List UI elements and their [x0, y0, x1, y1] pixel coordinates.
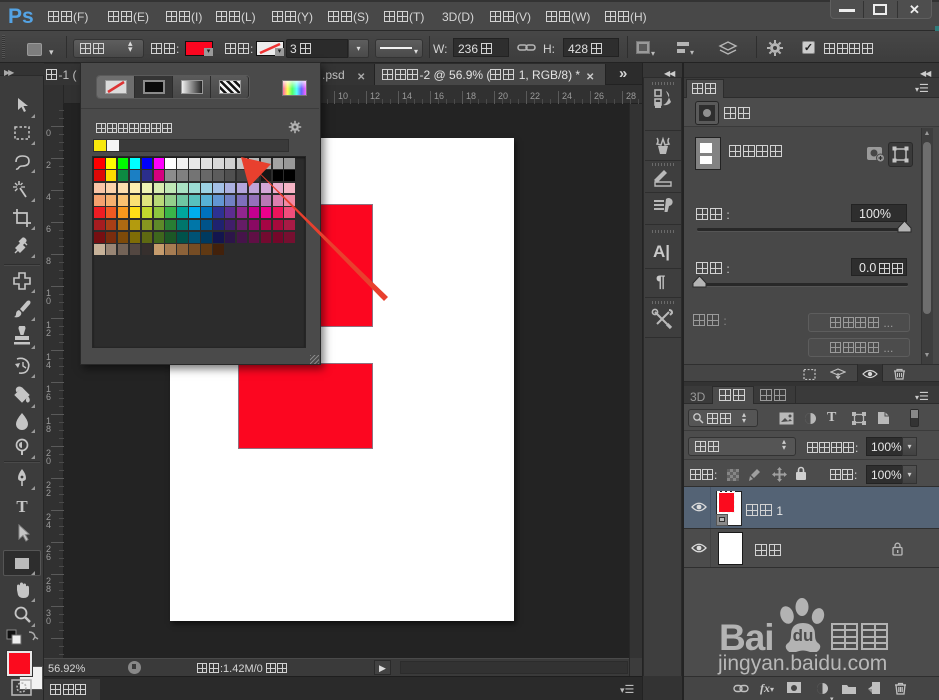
svg-text:T: T [16, 497, 28, 516]
svg-text:du: du [793, 626, 814, 645]
svg-text:▾: ▾ [690, 48, 694, 56]
